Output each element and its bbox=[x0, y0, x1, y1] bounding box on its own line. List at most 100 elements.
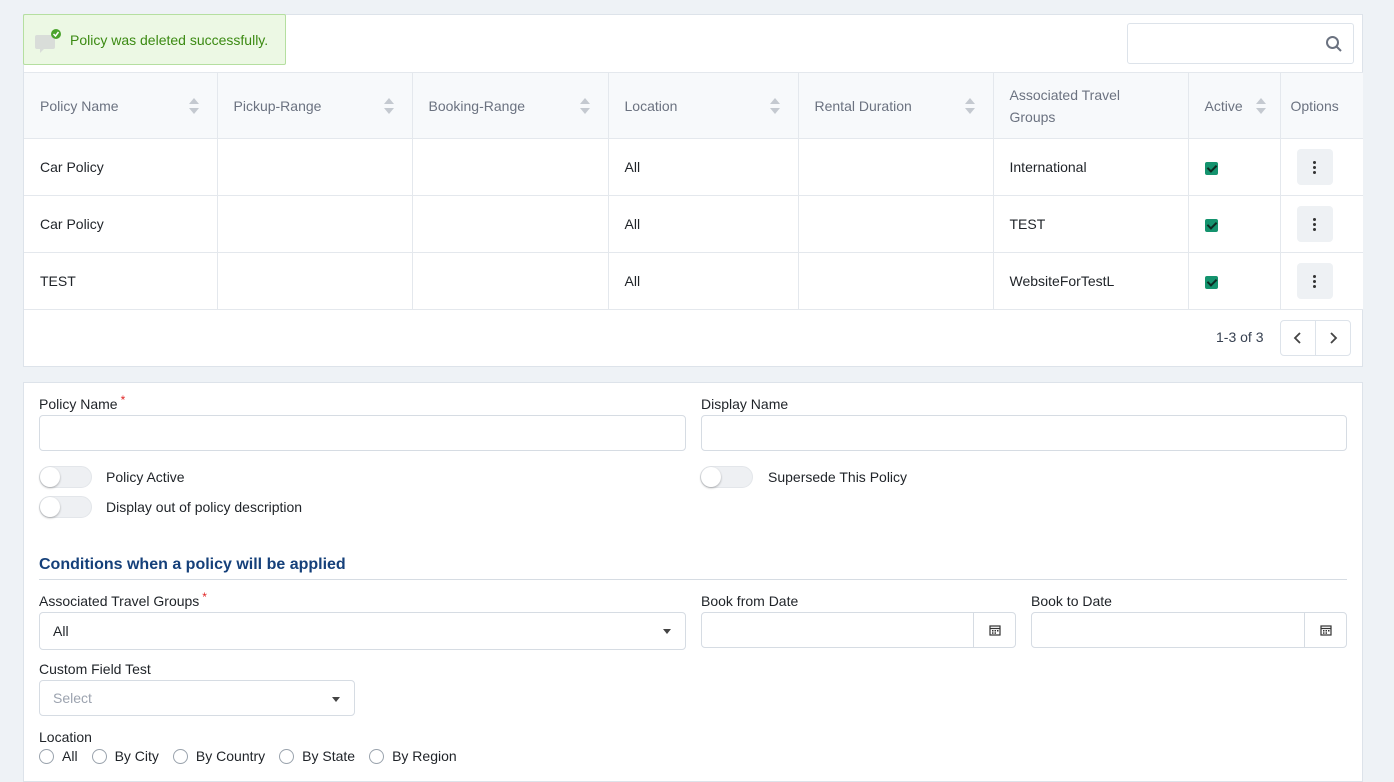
sort-icon[interactable] bbox=[579, 98, 590, 114]
table-row: Car Policy All TEST bbox=[24, 195, 1363, 253]
table-row: Car Policy All International bbox=[24, 138, 1363, 196]
sort-icon[interactable] bbox=[383, 98, 394, 114]
column-header-location[interactable]: Location bbox=[608, 72, 799, 139]
radio-button[interactable] bbox=[39, 748, 54, 764]
sort-icon[interactable] bbox=[769, 98, 780, 114]
active-checkbox[interactable] bbox=[1204, 161, 1218, 175]
column-label: Options bbox=[1290, 97, 1339, 114]
success-toast: Policy was deleted successfully. bbox=[23, 14, 286, 65]
row-options-button[interactable] bbox=[1296, 206, 1333, 242]
cell-rental-duration bbox=[798, 138, 994, 196]
book-from-label: Book from Date bbox=[701, 593, 799, 609]
policy-name-label: Policy Name * bbox=[39, 393, 126, 412]
search-icon[interactable] bbox=[1325, 35, 1343, 56]
custom-field-select[interactable]: Select bbox=[39, 680, 355, 716]
radio-button[interactable] bbox=[91, 748, 107, 764]
custom-field-label: Custom Field Test bbox=[39, 661, 151, 677]
more-vertical-icon bbox=[1313, 274, 1316, 288]
column-header-active[interactable]: Active bbox=[1188, 72, 1281, 139]
cell-rental-duration bbox=[798, 195, 994, 253]
column-header-booking-range[interactable]: Booking-Range bbox=[412, 72, 609, 139]
cell-policy-name: TEST bbox=[24, 252, 218, 310]
table-row: TEST All WebsiteForTestL bbox=[24, 252, 1363, 310]
column-label: Pickup-Range bbox=[233, 97, 322, 114]
previous-page-button[interactable] bbox=[1280, 320, 1316, 356]
display-name-input[interactable] bbox=[701, 415, 1347, 451]
location-radio-state[interactable]: By State bbox=[279, 748, 355, 764]
location-radio-all[interactable]: All bbox=[39, 748, 78, 764]
sort-icon[interactable] bbox=[964, 98, 975, 114]
next-page-button[interactable] bbox=[1315, 320, 1351, 356]
table-header-row: Policy Name Pickup-Range Booking-Range L… bbox=[24, 72, 1363, 139]
cell-location: All bbox=[608, 252, 799, 310]
cell-travel-groups: TEST bbox=[993, 195, 1189, 253]
book-to-date-field[interactable] bbox=[1031, 612, 1347, 648]
cell-pickup-range bbox=[217, 138, 413, 196]
row-options-button[interactable] bbox=[1296, 263, 1333, 299]
policy-name-input[interactable] bbox=[39, 415, 686, 451]
cell-active bbox=[1188, 195, 1281, 253]
chevron-left-icon bbox=[1293, 332, 1301, 344]
cell-travel-groups: WebsiteForTestL bbox=[993, 252, 1189, 310]
policy-active-toggle[interactable] bbox=[39, 466, 92, 488]
cell-pickup-range bbox=[217, 252, 413, 310]
travel-groups-select[interactable]: All bbox=[39, 612, 686, 650]
cell-active bbox=[1188, 252, 1281, 310]
location-radio-group: All By City By Country By State By Regio… bbox=[39, 748, 457, 764]
supersede-label: Supersede This Policy bbox=[768, 469, 908, 485]
book-from-date-field[interactable] bbox=[701, 612, 1016, 648]
calendar-icon[interactable] bbox=[973, 613, 1015, 647]
conditions-section-title: Conditions when a policy will be applied bbox=[39, 556, 346, 573]
policy-table: Policy Name Pickup-Range Booking-Range L… bbox=[24, 72, 1363, 310]
column-label: Policy Name bbox=[40, 97, 119, 114]
search-input[interactable] bbox=[1136, 24, 1316, 63]
caret-down-icon bbox=[332, 697, 340, 702]
travel-groups-value: All bbox=[53, 623, 69, 639]
column-header-pickup-range[interactable]: Pickup-Range bbox=[217, 72, 413, 139]
cell-location: All bbox=[608, 195, 799, 253]
travel-groups-label: Associated Travel Groups * bbox=[39, 590, 207, 609]
column-label: Associated Travel Groups bbox=[1009, 86, 1121, 125]
chevron-right-icon bbox=[1330, 332, 1338, 344]
active-checkbox[interactable] bbox=[1204, 218, 1218, 232]
search-box[interactable] bbox=[1127, 23, 1354, 64]
cell-booking-range bbox=[412, 195, 609, 253]
policy-active-label: Policy Active bbox=[106, 469, 185, 485]
cell-active bbox=[1188, 138, 1281, 196]
radio-button[interactable] bbox=[369, 748, 385, 764]
notification-icon bbox=[34, 27, 62, 53]
cell-policy-name: Car Policy bbox=[24, 195, 218, 253]
cell-booking-range bbox=[412, 252, 609, 310]
cell-travel-groups: International bbox=[993, 138, 1189, 196]
active-checkbox[interactable] bbox=[1204, 275, 1218, 289]
supersede-toggle[interactable] bbox=[700, 466, 753, 488]
cell-pickup-range bbox=[217, 195, 413, 253]
location-radio-country[interactable]: By Country bbox=[172, 748, 265, 764]
location-label: Location bbox=[39, 729, 92, 745]
caret-down-icon bbox=[663, 629, 671, 634]
calendar-icon[interactable] bbox=[1304, 613, 1346, 647]
sort-icon[interactable] bbox=[188, 98, 199, 114]
cell-options bbox=[1280, 195, 1363, 253]
more-vertical-icon bbox=[1313, 160, 1316, 174]
section-divider bbox=[39, 579, 1347, 580]
sort-icon[interactable] bbox=[1255, 98, 1266, 114]
column-header-rental-duration[interactable]: Rental Duration bbox=[798, 72, 994, 139]
column-header-policy-name[interactable]: Policy Name bbox=[24, 72, 218, 139]
row-options-button[interactable] bbox=[1296, 149, 1333, 185]
radio-button[interactable] bbox=[279, 748, 295, 764]
book-to-label: Book to Date bbox=[1031, 593, 1112, 609]
radio-button[interactable] bbox=[172, 748, 188, 764]
display-out-of-policy-toggle[interactable] bbox=[39, 496, 92, 518]
location-radio-region[interactable]: By Region bbox=[369, 748, 457, 764]
cell-options bbox=[1280, 138, 1363, 196]
cell-options bbox=[1280, 252, 1363, 310]
location-radio-city[interactable]: By City bbox=[91, 748, 159, 764]
cell-policy-name: Car Policy bbox=[24, 138, 218, 196]
display-out-of-policy-label: Display out of policy description bbox=[106, 499, 303, 515]
more-vertical-icon bbox=[1313, 217, 1316, 231]
column-label: Rental Duration bbox=[814, 97, 912, 114]
cell-rental-duration bbox=[798, 252, 994, 310]
display-name-label: Display Name bbox=[701, 396, 789, 412]
pagination-summary: 1-3 of 3 bbox=[1216, 329, 1264, 345]
